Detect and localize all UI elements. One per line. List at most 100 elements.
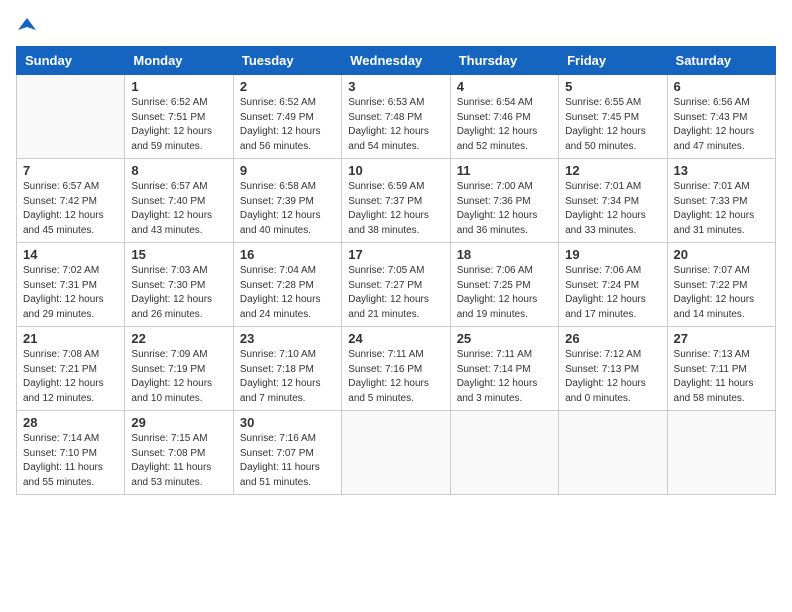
calendar-cell	[17, 75, 125, 159]
calendar-cell: 16 Sunrise: 7:04 AM Sunset: 7:28 PM Dayli…	[233, 243, 341, 327]
day-number: 1	[131, 79, 226, 94]
day-info: Sunrise: 6:55 AM Sunset: 7:45 PM Dayligh…	[565, 96, 660, 154]
calendar-cell: 13Sunrise: 7:01 AM Sunset: 7:33 PM Dayli…	[667, 159, 775, 243]
day-info: Sunrise: 7:04 AM Sunset: 7:28 PM Dayligh…	[240, 264, 335, 322]
day-info: Sunrise: 7:11 AM Sunset: 7:14 PM Dayligh…	[457, 348, 552, 406]
calendar-cell: 24Sunrise: 7:11 AM Sunset: 7:16 PM Dayli…	[342, 327, 450, 411]
calendar-cell: 18Sunrise: 7:06 AM Sunset: 7:25 PM Dayli…	[450, 243, 558, 327]
calendar-cell	[450, 411, 558, 495]
calendar-cell: 22 Sunrise: 7:09 AM Sunset: 7:19 PM Dayli…	[125, 327, 233, 411]
day-info: Sunrise: 6:52 AM Sunset: 7:51 PM Dayligh…	[131, 96, 226, 154]
page-header	[16, 16, 776, 34]
calendar-cell: 19Sunrise: 7:06 AM Sunset: 7:24 PM Dayli…	[559, 243, 667, 327]
calendar-cell: 9 Sunrise: 6:58 AM Sunset: 7:39 PM Daylig…	[233, 159, 341, 243]
day-info: Sunrise: 6:58 AM Sunset: 7:39 PM Dayligh…	[240, 180, 335, 238]
calendar-week-row: 28Sunrise: 7:14 AM Sunset: 7:10 PM Dayli…	[17, 411, 776, 495]
day-number: 18	[457, 247, 552, 262]
day-number: 8	[131, 163, 226, 178]
day-info: Sunrise: 7:02 AM Sunset: 7:31 PM Dayligh…	[23, 264, 118, 322]
day-number: 23	[240, 331, 335, 346]
day-number: 10	[348, 163, 443, 178]
weekday-header-monday: Monday	[125, 47, 233, 75]
day-number: 17	[348, 247, 443, 262]
day-info: Sunrise: 6:53 AM Sunset: 7:48 PM Dayligh…	[348, 96, 443, 154]
day-number: 20	[674, 247, 769, 262]
calendar-cell	[559, 411, 667, 495]
day-number: 22	[131, 331, 226, 346]
weekday-header-wednesday: Wednesday	[342, 47, 450, 75]
calendar-cell: 27Sunrise: 7:13 AM Sunset: 7:11 PM Dayli…	[667, 327, 775, 411]
weekday-header-friday: Friday	[559, 47, 667, 75]
calendar-cell: 15 Sunrise: 7:03 AM Sunset: 7:30 PM Dayli…	[125, 243, 233, 327]
day-number: 7	[23, 163, 118, 178]
calendar-cell: 6 Sunrise: 6:56 AM Sunset: 7:43 PM Daylig…	[667, 75, 775, 159]
day-info: Sunrise: 7:10 AM Sunset: 7:18 PM Dayligh…	[240, 348, 335, 406]
calendar-cell: 7 Sunrise: 6:57 AM Sunset: 7:42 PM Daylig…	[17, 159, 125, 243]
calendar-week-row: 1 Sunrise: 6:52 AM Sunset: 7:51 PM Daylig…	[17, 75, 776, 159]
day-info: Sunrise: 7:05 AM Sunset: 7:27 PM Dayligh…	[348, 264, 443, 322]
day-number: 16	[240, 247, 335, 262]
day-info: Sunrise: 7:09 AM Sunset: 7:19 PM Dayligh…	[131, 348, 226, 406]
day-number: 12	[565, 163, 660, 178]
day-info: Sunrise: 7:01 AM Sunset: 7:34 PM Dayligh…	[565, 180, 660, 238]
day-info: Sunrise: 7:08 AM Sunset: 7:21 PM Dayligh…	[23, 348, 118, 406]
day-number: 15	[131, 247, 226, 262]
calendar-cell: 2 Sunrise: 6:52 AM Sunset: 7:49 PM Daylig…	[233, 75, 341, 159]
calendar-cell: 4 Sunrise: 6:54 AM Sunset: 7:46 PM Daylig…	[450, 75, 558, 159]
calendar-header-row: SundayMondayTuesdayWednesdayThursdayFrid…	[17, 47, 776, 75]
calendar-week-row: 21 Sunrise: 7:08 AM Sunset: 7:21 PM Dayli…	[17, 327, 776, 411]
day-number: 21	[23, 331, 118, 346]
calendar-cell: 23 Sunrise: 7:10 AM Sunset: 7:18 PM Dayli…	[233, 327, 341, 411]
calendar-cell: 10 Sunrise: 6:59 AM Sunset: 7:37 PM Dayli…	[342, 159, 450, 243]
calendar-cell: 26 Sunrise: 7:12 AM Sunset: 7:13 PM Dayli…	[559, 327, 667, 411]
logo-bird-icon	[18, 16, 36, 34]
day-number: 4	[457, 79, 552, 94]
calendar-cell: 29 Sunrise: 7:15 AM Sunset: 7:08 PM Dayli…	[125, 411, 233, 495]
logo	[16, 16, 38, 34]
day-number: 29	[131, 415, 226, 430]
day-number: 25	[457, 331, 552, 346]
day-number: 11	[457, 163, 552, 178]
weekday-header-sunday: Sunday	[17, 47, 125, 75]
weekday-header-saturday: Saturday	[667, 47, 775, 75]
day-info: Sunrise: 6:59 AM Sunset: 7:37 PM Dayligh…	[348, 180, 443, 238]
calendar-table: SundayMondayTuesdayWednesdayThursdayFrid…	[16, 46, 776, 495]
calendar-cell: 8 Sunrise: 6:57 AM Sunset: 7:40 PM Daylig…	[125, 159, 233, 243]
calendar-cell: 20 Sunrise: 7:07 AM Sunset: 7:22 PM Dayli…	[667, 243, 775, 327]
day-number: 6	[674, 79, 769, 94]
weekday-header-thursday: Thursday	[450, 47, 558, 75]
day-number: 27	[674, 331, 769, 346]
day-info: Sunrise: 7:03 AM Sunset: 7:30 PM Dayligh…	[131, 264, 226, 322]
day-number: 9	[240, 163, 335, 178]
day-info: Sunrise: 7:06 AM Sunset: 7:24 PM Dayligh…	[565, 264, 660, 322]
calendar-cell: 1 Sunrise: 6:52 AM Sunset: 7:51 PM Daylig…	[125, 75, 233, 159]
calendar-cell: 28Sunrise: 7:14 AM Sunset: 7:10 PM Dayli…	[17, 411, 125, 495]
day-number: 5	[565, 79, 660, 94]
day-info: Sunrise: 7:15 AM Sunset: 7:08 PM Dayligh…	[131, 432, 226, 490]
calendar-cell: 14Sunrise: 7:02 AM Sunset: 7:31 PM Dayli…	[17, 243, 125, 327]
day-info: Sunrise: 7:14 AM Sunset: 7:10 PM Dayligh…	[23, 432, 118, 490]
day-info: Sunrise: 6:56 AM Sunset: 7:43 PM Dayligh…	[674, 96, 769, 154]
day-number: 30	[240, 415, 335, 430]
calendar-cell: 3 Sunrise: 6:53 AM Sunset: 7:48 PM Daylig…	[342, 75, 450, 159]
day-info: Sunrise: 7:07 AM Sunset: 7:22 PM Dayligh…	[674, 264, 769, 322]
calendar-cell: 25 Sunrise: 7:11 AM Sunset: 7:14 PM Dayli…	[450, 327, 558, 411]
weekday-header-tuesday: Tuesday	[233, 47, 341, 75]
calendar-cell: 11 Sunrise: 7:00 AM Sunset: 7:36 PM Dayli…	[450, 159, 558, 243]
day-number: 26	[565, 331, 660, 346]
calendar-week-row: 14Sunrise: 7:02 AM Sunset: 7:31 PM Dayli…	[17, 243, 776, 327]
calendar-cell: 17 Sunrise: 7:05 AM Sunset: 7:27 PM Dayli…	[342, 243, 450, 327]
calendar-cell	[667, 411, 775, 495]
day-number: 13	[674, 163, 769, 178]
day-info: Sunrise: 6:54 AM Sunset: 7:46 PM Dayligh…	[457, 96, 552, 154]
day-info: Sunrise: 6:57 AM Sunset: 7:40 PM Dayligh…	[131, 180, 226, 238]
day-info: Sunrise: 6:52 AM Sunset: 7:49 PM Dayligh…	[240, 96, 335, 154]
calendar-cell: 30Sunrise: 7:16 AM Sunset: 7:07 PM Dayli…	[233, 411, 341, 495]
day-number: 3	[348, 79, 443, 94]
day-info: Sunrise: 7:12 AM Sunset: 7:13 PM Dayligh…	[565, 348, 660, 406]
day-number: 24	[348, 331, 443, 346]
day-info: Sunrise: 7:00 AM Sunset: 7:36 PM Dayligh…	[457, 180, 552, 238]
day-info: Sunrise: 6:57 AM Sunset: 7:42 PM Dayligh…	[23, 180, 118, 238]
day-number: 2	[240, 79, 335, 94]
calendar-cell	[342, 411, 450, 495]
